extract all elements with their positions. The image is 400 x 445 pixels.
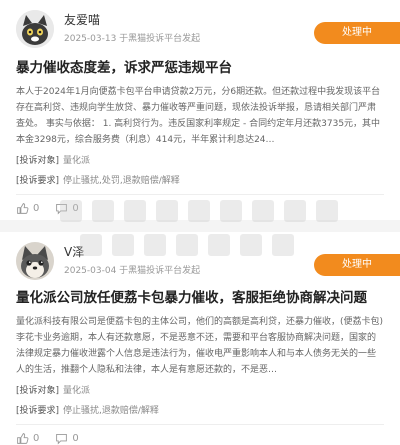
comment-button[interactable]: 0: [55, 202, 79, 215]
comment-icon: [56, 203, 68, 214]
username[interactable]: V泽: [64, 245, 84, 259]
comment-count: 0: [72, 202, 79, 214]
username[interactable]: 友爱喵: [64, 13, 100, 27]
cat-avatar-icon: [16, 10, 54, 48]
complaint-request-row: [投诉要求] 停止骚扰,处罚,退款赔偿/解释: [16, 174, 384, 188]
avatar[interactable]: [16, 10, 54, 48]
complaint-target-label: [投诉对象]: [16, 156, 60, 166]
complaint-request-value: 停止骚扰,退款赔偿/解释: [63, 406, 159, 416]
card-header: 友爱喵 2025-03-13 于黑猫投诉平台发起 处理中: [16, 0, 400, 54]
dog-avatar-icon: [16, 242, 54, 280]
complaint-body[interactable]: 量化派科技有限公司是便荔卡包的主体公司，他们的高额是高利贷，还暴力催收，(便荔卡…: [16, 314, 384, 378]
complaint-title[interactable]: 暴力催收态度差，诉求严惩违规平台: [16, 58, 384, 78]
comment-button[interactable]: 0: [55, 432, 79, 445]
comment-count: 0: [72, 432, 79, 444]
complaint-target-row: [投诉对象] 量化派: [16, 154, 384, 168]
card-header: V泽 2025-03-04 于黑猫投诉平台发起 处理中: [16, 232, 400, 286]
complaint-title[interactable]: 量化派公司放任便荔卡包暴力催收，客服拒绝协商解决问题: [16, 288, 384, 308]
thumbs-up-icon: [17, 202, 29, 214]
complaint-request-value: 停止骚扰,处罚,退款赔偿/解释: [63, 176, 180, 186]
comment-icon: [56, 433, 68, 444]
complaint-target-value: 量化派: [63, 386, 91, 396]
complaint-target-label: [投诉对象]: [16, 386, 60, 396]
complaint-list: 友爱喵 2025-03-13 于黑猫投诉平台发起 处理中 暴力催收态度差，诉求严…: [0, 0, 400, 445]
complaint-card[interactable]: 友爱喵 2025-03-13 于黑猫投诉平台发起 处理中 暴力催收态度差，诉求严…: [0, 0, 400, 220]
like-count: 0: [33, 432, 40, 444]
status-badge: 处理中: [314, 22, 400, 44]
like-button[interactable]: 0: [16, 432, 39, 445]
complaint-target-row: [投诉对象] 量化派: [16, 384, 384, 398]
complaint-target-value: 量化派: [63, 156, 91, 166]
thumbs-up-icon: [17, 432, 29, 444]
action-bar: 0 0: [16, 425, 384, 445]
avatar[interactable]: [16, 242, 54, 280]
action-bar: 0 0: [16, 195, 384, 221]
post-meta: 2025-03-04 于黑猫投诉平台发起: [64, 266, 201, 276]
complaint-request-label: [投诉要求]: [16, 406, 60, 416]
complaint-request-row: [投诉要求] 停止骚扰,退款赔偿/解释: [16, 404, 384, 418]
post-meta: 2025-03-13 于黑猫投诉平台发起: [64, 34, 201, 44]
complaint-card[interactable]: V泽 2025-03-04 于黑猫投诉平台发起 处理中 量化派公司放任便荔卡包暴…: [0, 232, 400, 445]
complaint-request-label: [投诉要求]: [16, 176, 60, 186]
like-button[interactable]: 0: [16, 202, 39, 215]
status-badge: 处理中: [314, 254, 400, 276]
complaint-body[interactable]: 本人于2024年1月向便荔卡包平台申请贷款2万元，分6期还款。但还款过程中我发现…: [16, 84, 384, 148]
like-count: 0: [33, 202, 40, 214]
